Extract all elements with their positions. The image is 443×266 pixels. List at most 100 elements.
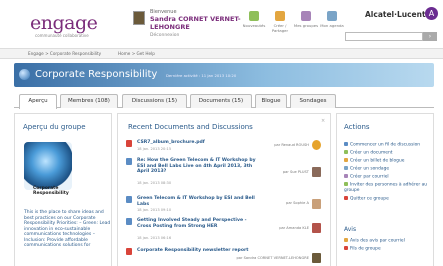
tool-news[interactable]: Nouveautés — [240, 11, 268, 29]
leave-icon — [344, 196, 348, 200]
overview-title: Aperçu du groupe — [23, 123, 86, 131]
invite-icon — [344, 182, 348, 186]
recent-title: Recent Documents and Discussions — [128, 123, 253, 131]
blog-icon — [344, 158, 348, 162]
list-item[interactable]: CSR7_album_brochure.pdf 18 jan. 2013 20:… — [126, 140, 326, 156]
start-discussion-link[interactable]: Commencer un fil de discussion — [344, 142, 432, 148]
tab-documents[interactable]: Documents (15) — [190, 94, 252, 108]
group-banner: Corporate Responsibility Dernière activi… — [14, 63, 434, 87]
action-label: Avis des avis par courriel — [350, 238, 405, 244]
list-item[interactable]: Getting Involved Steady and Perspective … — [126, 218, 326, 244]
invite-people-link[interactable]: Inviter des personnes à adhérer au group… — [344, 182, 432, 193]
groups-icon — [301, 11, 311, 21]
create-document-link[interactable]: Créer un document — [344, 150, 432, 156]
tool-label: Nouveautés — [242, 23, 266, 28]
breadcrumb-secondary[interactable]: Home > Get Help — [118, 51, 155, 56]
breadcrumb-bar: Engage > Corporate Responsibility Home >… — [0, 48, 443, 59]
tab-members[interactable]: Membres (108) — [60, 94, 118, 108]
tab-polls[interactable]: Sondages — [290, 94, 336, 108]
action-label: Quitter ce groupe — [350, 196, 389, 202]
engage-logo[interactable]: engage — [30, 12, 98, 34]
item-date: 18 jan. 2013 06:16 — [137, 236, 172, 240]
last-activity: Dernière activité : 11 Jan 2013 10:20 — [166, 73, 237, 78]
image-caption: Corporate Responsibility — [33, 186, 69, 196]
discussion-icon — [126, 158, 132, 165]
item-title[interactable]: Getting Involved Steady and Perspective … — [137, 218, 257, 229]
search-button[interactable]: › — [423, 32, 437, 41]
agenda-icon — [327, 11, 337, 21]
group-image: Corporate Responsibility — [24, 142, 72, 196]
avatar[interactable] — [312, 140, 321, 150]
action-label: Créer un document — [350, 150, 393, 156]
item-date: 18 jan. 2013 20:15 — [137, 147, 172, 151]
tool-label: Mon agenda — [320, 23, 344, 28]
avatar[interactable] — [312, 167, 321, 177]
user-name-link[interactable]: Sandra CORNET VERNET-LEHONGRE — [150, 15, 250, 31]
page-title: Corporate Responsibility — [35, 69, 158, 80]
email-icon — [344, 238, 348, 242]
brand-name: Alcatel·Lucent — [365, 10, 426, 19]
create-icon — [275, 11, 285, 21]
discussion-icon — [126, 218, 132, 225]
recent-panel: Recent Documents and Discussions × CSR7_… — [117, 113, 331, 266]
list-item[interactable]: Green Telecom & IT Workshop by ESI and B… — [126, 196, 326, 216]
email-icon — [344, 174, 348, 178]
tool-label: Créer / Partager — [271, 23, 289, 33]
pdf-icon — [126, 140, 132, 147]
list-item[interactable]: Re: How the Green Telecom & IT Workshop … — [126, 158, 326, 192]
item-author[interactable]: par Renaud ROUSH — [261, 143, 309, 147]
overview-panel: Aperçu du groupe Corporate Responsibilit… — [14, 113, 112, 266]
notices-title: Avis — [344, 226, 357, 233]
item-title[interactable]: Green Telecom & IT Workshop by ESI and B… — [137, 196, 257, 207]
item-author[interactable]: par Sue PLUST — [261, 170, 309, 174]
action-label: Fils de groupe — [350, 246, 381, 252]
breadcrumb[interactable]: Engage > Corporate Responsibility — [28, 51, 101, 56]
avatar[interactable] — [312, 223, 321, 233]
item-author[interactable]: par Amanda KLE — [261, 226, 309, 230]
globe-icon — [19, 69, 30, 80]
tab-blog[interactable]: Blogue — [255, 94, 287, 108]
action-label: Créer un billet de blogue — [350, 158, 405, 164]
search-input[interactable] — [345, 32, 423, 41]
tab-overview[interactable]: Aperçu — [19, 94, 57, 109]
item-title[interactable]: Re: How the Green Telecom & IT Workshop … — [137, 158, 257, 175]
email-notices-link[interactable]: Avis des avis par courriel — [344, 238, 432, 244]
create-by-email-link[interactable]: Créer par courriel — [344, 174, 432, 180]
alcatel-lucent-logo-icon: A — [425, 7, 438, 20]
logout-link[interactable]: Déconnexion — [150, 33, 179, 38]
tab-discussions[interactable]: Discussions (15) — [122, 94, 187, 108]
rss-icon — [344, 246, 348, 250]
poll-icon — [344, 166, 348, 170]
avatar[interactable] — [312, 253, 321, 263]
discussion-icon — [126, 196, 132, 203]
avatar[interactable] — [312, 199, 321, 209]
actions-panel: Actions Commencer un fil de discussion C… — [336, 113, 434, 266]
overview-description: This is the place to share ideas and bes… — [24, 210, 111, 248]
logo-subtitle: communauté collaborative — [35, 33, 89, 38]
action-label: Inviter des personnes à adhérer au group… — [344, 182, 428, 193]
create-poll-link[interactable]: Créer un sondage — [344, 166, 432, 172]
group-tabs: Aperçu Membres (108) Discussions (15) Do… — [14, 92, 434, 109]
tool-groups[interactable]: Mes groupes — [292, 11, 320, 29]
leave-group-link[interactable]: Quitter ce groupe — [344, 196, 432, 202]
pdf-icon — [126, 248, 132, 255]
tool-label: Mes groupes — [293, 23, 319, 28]
action-label: Commencer un fil de discussion — [350, 142, 421, 148]
action-label: Créer un sondage — [350, 166, 390, 172]
header: engage communauté collaborative Bienvenu… — [0, 0, 443, 46]
group-feed-link[interactable]: Fils de groupe — [344, 246, 432, 252]
item-title[interactable]: Corporate Responsibility newsletter repo… — [137, 248, 257, 254]
news-icon — [249, 11, 259, 21]
tool-create[interactable]: Créer / Partager — [266, 11, 294, 33]
item-date: 18 jan. 2013 08:30 — [137, 181, 172, 185]
item-title[interactable]: CSR7_album_brochure.pdf — [137, 140, 257, 146]
close-icon[interactable]: × — [321, 118, 325, 124]
document-icon — [344, 150, 348, 154]
item-author[interactable]: par Sophie A — [261, 201, 309, 205]
tool-agenda[interactable]: Mon agenda — [318, 11, 346, 29]
list-item[interactable]: Corporate Responsibility newsletter repo… — [126, 248, 326, 266]
user-avatar[interactable] — [133, 11, 145, 25]
create-blog-post-link[interactable]: Créer un billet de blogue — [344, 158, 432, 164]
item-author[interactable]: par Sandra CORNET VERNET-LEHONGRE — [231, 256, 310, 260]
item-date: 18 jan. 2013 09:10 — [137, 208, 172, 212]
